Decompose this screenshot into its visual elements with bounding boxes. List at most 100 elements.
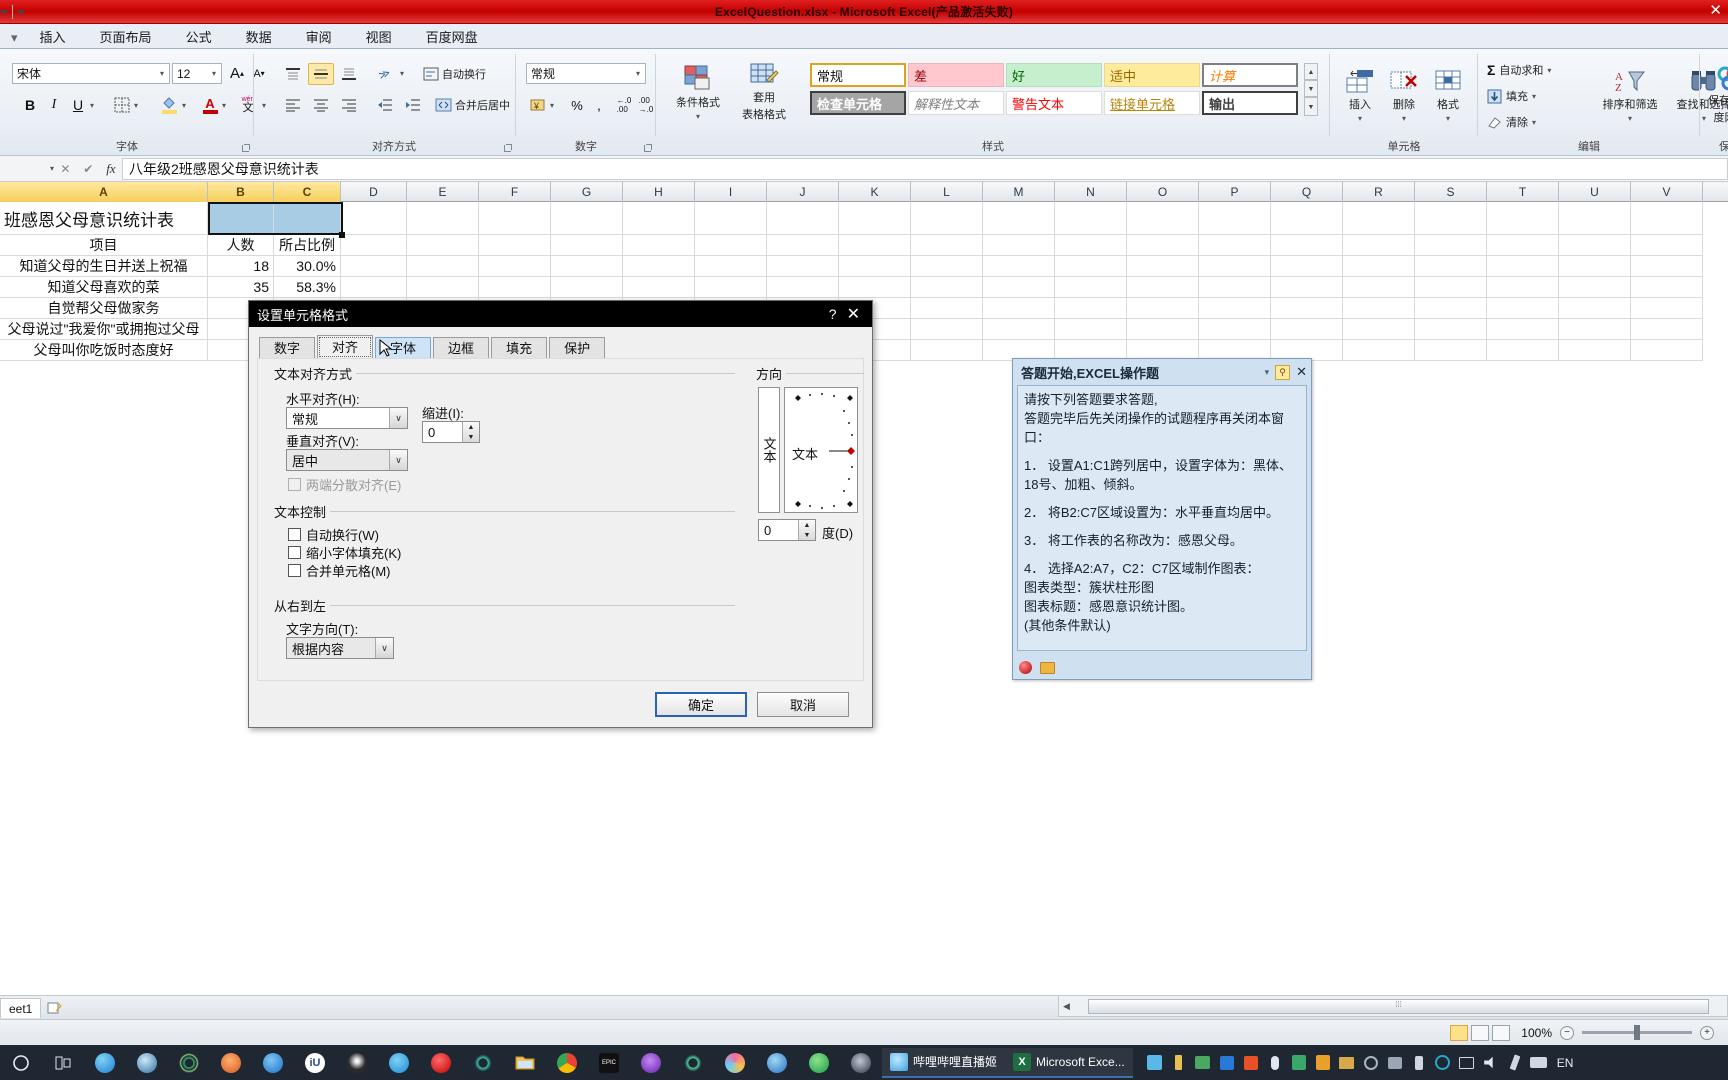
phonetic-guide-button[interactable]: wén 文 [236,93,260,117]
fill-color-dropdown-icon[interactable]: ▾ [182,101,186,110]
cell-A6[interactable]: 父母说过"我爱你"或拥抱过父母 [0,319,208,339]
chevron-down-icon[interactable]: ▾ [207,69,221,78]
bluetooth-icon[interactable] [1215,1045,1239,1080]
cell-P5[interactable] [1199,298,1271,318]
cell-T4[interactable] [1487,277,1559,297]
chevron-down-icon[interactable]: ∨ [389,408,407,428]
cell-V1[interactable] [1631,202,1703,234]
steam-icon[interactable] [126,1045,168,1080]
orientation-dial[interactable]: 文本 [784,387,858,513]
cell-S7[interactable] [1415,340,1487,360]
cell-A1[interactable]: 班感恩父母意识统计表 [0,202,208,234]
cell-Q7[interactable] [1271,340,1343,360]
spinner-up-icon[interactable]: ▲ [463,422,479,432]
cell-U7[interactable] [1559,340,1631,360]
cell-T3[interactable] [1487,256,1559,276]
borders-button[interactable] [110,93,134,117]
decrease-indent-button[interactable] [372,93,398,117]
cell-D3[interactable] [341,256,407,276]
wrap-text-button[interactable]: 自动换行 [422,63,517,85]
style-cell-warning[interactable]: 警告文本 [1006,91,1102,115]
column-header-K[interactable]: K [839,182,911,202]
shrink-to-fit-checkbox[interactable]: 缩小字体填充(K) [288,543,401,562]
scroll-left-icon[interactable]: ◀ [1063,1001,1070,1012]
chevron-down-icon[interactable]: ▾ [1547,66,1551,75]
column-header-T[interactable]: T [1487,182,1559,202]
font-dialog-launcher[interactable] [241,144,250,153]
cell-N5[interactable] [1055,298,1127,318]
chevron-down-icon[interactable]: ▾ [631,69,645,78]
dialog-tab-protection[interactable]: 保护 [549,337,606,359]
comma-style-button[interactable]: , [588,93,610,117]
cell-L1[interactable] [911,202,983,234]
checkbox-box[interactable] [288,528,301,541]
chevron-down-icon[interactable]: ▾ [1628,114,1632,123]
sheet-tab-sheet1[interactable]: eet1 [0,997,42,1018]
dialog-tab-border[interactable]: 边框 [433,337,490,359]
iu-app-icon[interactable]: iU [294,1045,336,1080]
chrome-icon[interactable] [546,1045,588,1080]
increase-indent-button[interactable] [400,93,426,117]
cell-H4[interactable] [623,277,695,297]
normal-view-button[interactable] [1450,1024,1469,1041]
cell-E2[interactable] [407,235,479,255]
grow-font-button[interactable]: A ▴ [226,63,248,84]
cancel-formula-icon[interactable]: ✕ [60,162,70,176]
percent-style-button[interactable]: % [566,93,588,117]
number-format-combo[interactable]: 常规 ▾ [526,63,646,84]
text-direction-dropdown[interactable]: 根据内容 ∨ [286,637,394,659]
cell-D2[interactable] [341,235,407,255]
epic-games-icon[interactable]: EPIC [588,1045,630,1080]
display-icon[interactable] [1455,1045,1479,1080]
name-box[interactable]: ▾ [2,159,54,179]
cell-M3[interactable] [983,256,1055,276]
cell-C3[interactable]: 30.0% [274,256,341,276]
cell-J2[interactable] [767,235,839,255]
bilibili-icon[interactable] [252,1045,294,1080]
alignment-dialog-launcher[interactable] [503,144,512,153]
chevron-down-icon[interactable]: ▾ [155,69,169,78]
cell-V6[interactable] [1631,319,1703,339]
microphone-icon[interactable] [1263,1045,1287,1080]
dialog-tab-number[interactable]: 数字 [259,337,316,359]
cell-I2[interactable] [695,235,767,255]
style-cell-good[interactable]: 好 [1006,63,1102,87]
fill-handle[interactable] [339,232,345,238]
checkbox-box[interactable] [288,564,301,577]
cell-G2[interactable] [551,235,623,255]
cell-B2[interactable]: 人数 [208,235,274,255]
taskbar-app-excel[interactable]: X Microsoft Exce... [1005,1047,1133,1078]
cell-L6[interactable] [911,319,983,339]
align-left-button[interactable] [280,93,306,117]
justify-distributed-checkbox[interactable]: 两端分散对齐(E) [288,475,401,494]
italic-button[interactable]: I [42,93,66,117]
close-icon[interactable]: ✕ [847,304,860,324]
cell-P2[interactable] [1199,235,1271,255]
cell-Q2[interactable] [1271,235,1343,255]
cell-D4[interactable] [341,277,407,297]
usb-icon[interactable] [1167,1045,1191,1080]
chevron-down-icon[interactable]: ▾ [1532,92,1536,101]
fill-color-button[interactable] [156,93,182,117]
tab-review[interactable]: 审阅 [289,24,349,49]
column-header-R[interactable]: R [1343,182,1415,202]
chevron-down-icon[interactable]: ∨ [389,450,407,470]
twitter-icon[interactable] [378,1045,420,1080]
style-cell-bad[interactable]: 差 [908,63,1004,87]
cell-E4[interactable] [407,277,479,297]
column-header-O[interactable]: O [1127,182,1199,202]
cell-C4[interactable]: 58.3% [274,277,341,297]
cancel-button[interactable]: 取消 [757,692,849,717]
zoom-in-button[interactable]: + [1700,1025,1714,1040]
align-right-button[interactable] [336,93,362,117]
column-header-V[interactable]: V [1631,182,1703,202]
style-cell-normal[interactable]: 常规 [810,63,906,87]
cell-P4[interactable] [1199,277,1271,297]
spinner-down-icon[interactable]: ▼ [463,432,479,442]
styles-scroll-down-button[interactable]: ▼ [1304,80,1318,97]
window-icon[interactable] [1335,1045,1359,1080]
checkbox-box[interactable] [288,478,301,491]
autosum-button[interactable]: Σ 自动求和 ▾ [1486,59,1590,81]
zoom-slider[interactable] [1582,1025,1692,1040]
cell-A5[interactable]: 自觉帮父母做家务 [0,298,208,318]
